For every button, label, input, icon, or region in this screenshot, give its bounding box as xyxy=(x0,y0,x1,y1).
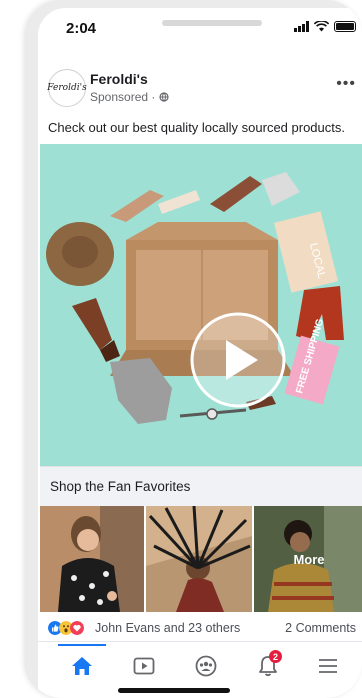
bottom-tab-bar: 2 xyxy=(38,644,362,688)
sponsored-text: Sponsored xyxy=(90,90,149,104)
post-header: Feroldi's Feroldi's Sponsored · ••• xyxy=(38,65,362,111)
post-caption: Check out our best quality locally sourc… xyxy=(48,120,345,135)
product-image xyxy=(146,506,252,612)
more-overlay: More xyxy=(254,506,362,612)
more-options-icon[interactable]: ••• xyxy=(336,75,356,93)
separator-dot: · xyxy=(151,90,159,104)
tab-menu[interactable] xyxy=(308,652,348,680)
tab-home[interactable] xyxy=(62,652,102,680)
home-icon xyxy=(72,657,92,675)
shop-section-header: Shop the Fan Favorites xyxy=(40,466,362,506)
comments-count[interactable]: 2 Comments xyxy=(285,621,356,635)
product-carousel: More xyxy=(40,506,362,612)
wifi-icon xyxy=(314,21,329,32)
product-card[interactable] xyxy=(146,506,252,612)
play-icon[interactable] xyxy=(192,314,284,406)
more-label: More xyxy=(293,551,325,567)
groups-icon xyxy=(195,655,217,677)
menu-icon xyxy=(319,659,337,673)
product-card[interactable] xyxy=(40,506,144,612)
tab-video[interactable] xyxy=(124,652,164,680)
status-time: 2:04 xyxy=(66,20,97,37)
post-video[interactable]: LOCAL FREE SHIPPING xyxy=(40,144,362,466)
video-icon xyxy=(133,657,155,675)
speaker-notch xyxy=(162,20,262,26)
cellular-signal-icon xyxy=(294,21,309,32)
notifications-badge: 2 xyxy=(269,650,282,663)
reactions-bar: John Evans and 23 others 2 Comments xyxy=(38,614,362,642)
shop-section-title: Shop the Fan Favorites xyxy=(50,479,191,494)
home-indicator[interactable] xyxy=(118,688,230,693)
phone-frame: 2:04 Feroldi's Feroldi's Sponsored · •••… xyxy=(26,0,362,698)
page-avatar[interactable]: Feroldi's xyxy=(47,69,87,107)
phone-screen: 2:04 Feroldi's Feroldi's Sponsored · •••… xyxy=(38,8,362,698)
product-image xyxy=(40,506,144,612)
status-bar: 2:04 xyxy=(38,8,362,54)
video-still-image: LOCAL FREE SHIPPING xyxy=(40,144,362,466)
avatar-logo-text: Feroldi's xyxy=(47,83,87,93)
reaction-icons[interactable] xyxy=(48,621,84,635)
page-name-link[interactable]: Feroldi's xyxy=(90,71,148,87)
sponsored-label: Sponsored · xyxy=(90,90,169,104)
status-icons xyxy=(294,21,356,32)
love-icon xyxy=(70,621,84,635)
tab-groups[interactable] xyxy=(186,652,226,680)
globe-icon xyxy=(159,92,169,102)
active-tab-indicator xyxy=(58,644,106,646)
reactions-summary[interactable]: John Evans and 23 others xyxy=(95,621,240,635)
battery-icon xyxy=(334,21,356,32)
page: 2:04 Feroldi's Feroldi's Sponsored · •••… xyxy=(0,0,362,698)
tab-notifications[interactable]: 2 xyxy=(248,650,288,680)
product-card-more[interactable]: More xyxy=(254,506,362,612)
